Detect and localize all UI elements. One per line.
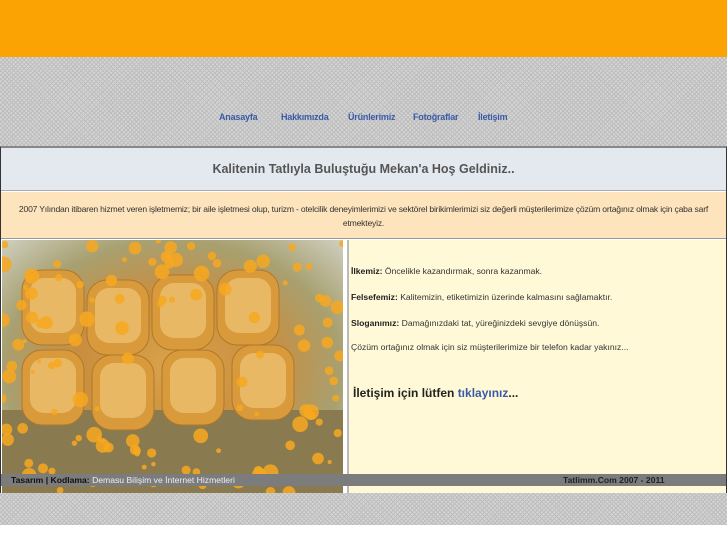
contact-link[interactable]: tıklayınız bbox=[458, 386, 509, 400]
pattern-band-bottom bbox=[0, 493, 727, 525]
copyright: Tatlimm.Com 2007 - 2011 bbox=[563, 475, 665, 485]
intro-text: 2007 Yılından itibaren hizmet veren işle… bbox=[1, 192, 726, 239]
baklava-photo bbox=[2, 240, 343, 494]
info-item: İlkemiz: Öncelikle kazandırmak, sonra ka… bbox=[351, 266, 543, 276]
contact-line: İletişim için lütfen tıklayınız... bbox=[353, 386, 519, 400]
main-content: Kalitenin Tatlıyla Buluştuğu Mekan'a Hoş… bbox=[0, 146, 727, 494]
footer-bar: Tasarım | Kodlama: Demasu Bilişim ve İnt… bbox=[1, 474, 726, 486]
top-banner bbox=[0, 0, 727, 57]
pattern-band bbox=[0, 57, 727, 147]
info-item: Felsefemiz: Kalitemizin, etiketimizin üz… bbox=[351, 292, 613, 302]
baklava-image bbox=[2, 240, 343, 494]
designer-link[interactable]: Demasu Bilişim ve İnternet Hizmetleri bbox=[92, 475, 235, 485]
closing-text: Çözüm ortağınız olmak için siz müşterile… bbox=[351, 342, 629, 352]
nav-home[interactable]: Anasayfa bbox=[219, 112, 258, 122]
nav-contact[interactable]: İletişim bbox=[478, 112, 508, 122]
nav-products[interactable]: Ürünlerimiz bbox=[348, 112, 396, 122]
info-panel: İlkemiz: Öncelikle kazandırmak, sonra ka… bbox=[347, 240, 726, 494]
info-item: Sloganımız: Damağınızdaki tat, yüreğiniz… bbox=[351, 318, 600, 328]
welcome-heading: Kalitenin Tatlıyla Buluştuğu Mekan'a Hoş… bbox=[1, 148, 726, 191]
nav-photos[interactable]: Fotoğraflar bbox=[413, 112, 459, 122]
main-nav: Anasayfa Hakkımızda Ürünlerimiz Fotoğraf… bbox=[0, 112, 727, 124]
nav-about[interactable]: Hakkımızda bbox=[281, 112, 329, 122]
